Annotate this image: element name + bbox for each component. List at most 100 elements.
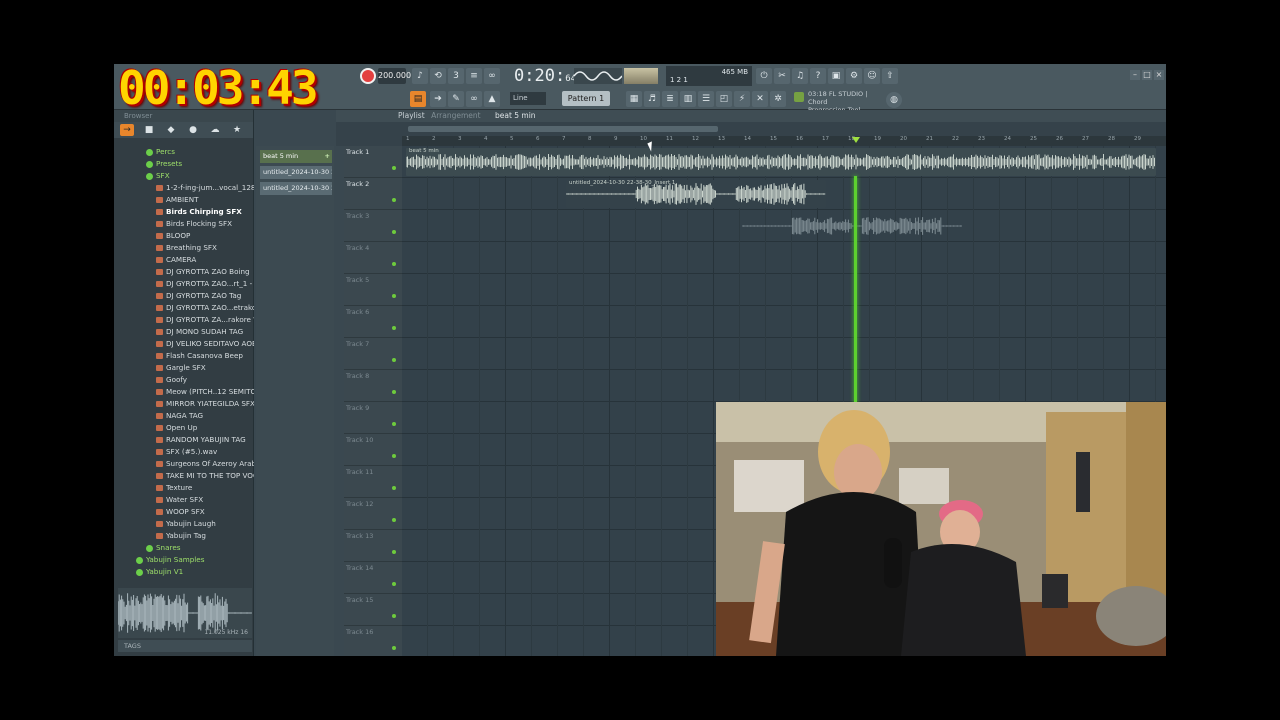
help-icon[interactable]: ? [810,68,826,84]
browser-file[interactable]: Goofy [114,374,254,386]
track-mute-led[interactable] [392,326,396,330]
track-mute-led[interactable] [392,390,396,394]
master-volume-meter[interactable] [624,68,658,84]
plug-icon[interactable]: ⚡ [734,91,750,107]
track-mute-led[interactable] [392,454,396,458]
track-header[interactable]: Track 2 [344,178,402,210]
maximize-button[interactable]: □ [1142,70,1152,80]
browser-file[interactable]: 1-2-f-ing-jum...vocal_128bpm [114,182,254,194]
browser-file[interactable]: Surgeons Of Azeroy Arabic Tag [114,458,254,470]
snap-select[interactable]: Line [510,92,546,105]
mic-icon[interactable]: ♫ [792,68,808,84]
browser-tab[interactable]: ■ [142,124,156,136]
minimize-button[interactable]: – [1130,70,1140,80]
browser-file[interactable]: Open Up [114,422,254,434]
mixer-icon[interactable]: ≣ [662,91,678,107]
plugin-icon[interactable]: ⚙ [846,68,862,84]
browser-file[interactable]: WOOP SFX [114,506,254,518]
browser-file[interactable]: SFX (#5.).wav [114,446,254,458]
browser-file[interactable]: CAMERA [114,254,254,266]
pattern-song-toggle-icon[interactable]: ▤ [410,91,426,107]
track-header[interactable]: Track 5 [344,274,402,306]
browser-tab[interactable]: ● [186,124,200,136]
track-header[interactable]: Track 11 [344,466,402,498]
browser-tab[interactable]: ★ [230,124,244,136]
track-mute-led[interactable] [392,614,396,618]
browser-file[interactable]: Yabujin Laugh [114,518,254,530]
track-mute-led[interactable] [392,358,396,362]
track-header[interactable]: Track 15 [344,594,402,626]
browser-file[interactable]: RANDOM YABUJIN TAG [114,434,254,446]
browser-file[interactable]: Meow (PITCH..12 SEMITONES) [114,386,254,398]
browser-file[interactable]: DJ GYROTTA ZAO...rt_1 - Part_1 [114,278,254,290]
picker-item[interactable]: beat 5 min + [260,150,332,163]
track-header[interactable]: Track 8 [344,370,402,402]
wait-input-icon[interactable]: ⟲ [430,68,446,84]
link-icon[interactable]: ∞ [466,91,482,107]
browser-tab[interactable]: → [120,124,134,136]
record-button[interactable] [360,68,376,84]
track-header[interactable]: Track 7 [344,338,402,370]
stamp-icon[interactable]: ▲ [484,91,500,107]
picker-item[interactable]: untitled_2024-10-30 22-... [260,166,332,179]
browser-file[interactable]: TAKE MI TO THE TOP VOCALS [114,470,254,482]
track-header[interactable]: Track 14 [344,562,402,594]
track-mute-led[interactable] [392,550,396,554]
track-mute-led[interactable] [392,582,396,586]
browser-file[interactable]: Flash Casanova Beep [114,350,254,362]
playhead-marker[interactable] [852,137,860,143]
browser-file[interactable]: DJ MONO SUDAH TAG [114,326,254,338]
browser-file[interactable]: BLOOP [114,230,254,242]
track-mute-led[interactable] [392,294,396,298]
track-mute-led[interactable] [392,198,396,202]
browser-file[interactable]: Texture [114,482,254,494]
browser-folder[interactable]: Presets [114,158,254,170]
browser-file[interactable]: NAGA TAG [114,410,254,422]
browser-tab[interactable]: ☁ [208,124,222,136]
playlist-icon[interactable]: ▥ [680,91,696,107]
track-mute-led[interactable] [392,486,396,490]
tempo-display[interactable]: 200.000 [378,68,411,84]
clip-insert[interactable]: untitled_2024-10-30 22-38-30_Insert 1 [565,180,826,208]
news-hint-panel[interactable]: 03:18 FL STUDIO | Chord Progression Tool [794,90,884,114]
browser-file[interactable]: DJ GYROTTA ZA...rakore Whisper [114,314,254,326]
timeline-ruler[interactable]: 1 2 3 4 5 6 7 8 9 10 11 12 13 14 15 16 17 18 19 20 21 22 23 24 2… [402,136,1166,146]
browser-file[interactable]: Birds Flocking SFX [114,218,254,230]
browser-folder[interactable]: Yabujin Samples [114,554,254,566]
track-header[interactable]: Track 13 [344,530,402,562]
arrow-right-icon[interactable]: ➔ [430,91,446,107]
add-pattern-icon[interactable]: + [325,150,330,163]
browser-tab[interactable]: ◆ [164,124,178,136]
plugin-picker-icon[interactable]: ◰ [716,91,732,107]
channel-rack-icon[interactable]: ▦ [626,91,642,107]
track-header[interactable]: Track 10 [344,434,402,466]
bug-icon[interactable]: ✲ [770,91,786,107]
browser-file[interactable]: DJ VELIKO SEDITAVO AOEI [114,338,254,350]
browser-file[interactable]: Yabujin Tag [114,530,254,542]
tags-bar[interactable]: TAGS [118,640,252,652]
browser-folder[interactable]: Percs [114,146,254,158]
browser-file[interactable]: DJ GYROTTA ZAO...etrakore Riser [114,302,254,314]
save-icon[interactable]: ▣ [828,68,844,84]
sample-preview[interactable]: 11.025 kHz 16 [117,588,252,638]
track-header[interactable]: Track 12 [344,498,402,530]
track-header[interactable]: Track 4 [344,242,402,274]
track-header[interactable]: Track 6 [344,306,402,338]
globe-icon[interactable]: ◍ [886,92,902,108]
metronome-icon[interactable]: ♪ [412,68,428,84]
track-mute-led[interactable] [392,230,396,234]
countdown-icon[interactable]: 3 [448,68,464,84]
track-header[interactable]: Track 9 [344,402,402,434]
wrench-icon[interactable]: ✕ [752,91,768,107]
blend-notes-icon[interactable]: ≡ [466,68,482,84]
track-mute-led[interactable] [392,422,396,426]
browser-file[interactable]: DJ GYROTTA ZAO Tag [114,290,254,302]
browser-file[interactable]: Breathing SFX [114,242,254,254]
power-icon[interactable]: ⏻ [756,68,772,84]
clip-beat[interactable]: beat 5 min [405,148,1156,176]
picker-item[interactable]: untitled_2024-10-30 22-... [260,182,332,195]
brush-icon[interactable]: ✎ [448,91,464,107]
browser-folder[interactable]: Yabujin V1 [114,566,254,578]
piano-roll-icon[interactable]: ♬ [644,91,660,107]
song-time-display[interactable]: 0:20:64 [514,66,576,86]
